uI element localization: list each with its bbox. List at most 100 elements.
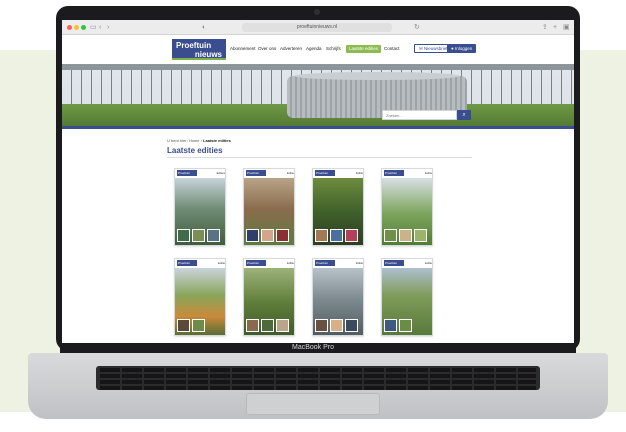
cover-header: Proeftuin nieuws Editie — [175, 259, 225, 271]
cover-inset-photo — [246, 229, 259, 242]
nav-laatste-edities[interactable]: Laatste edities — [346, 45, 382, 53]
cover-inset-photo — [246, 319, 259, 332]
cover-logo: Proeftuin nieuws — [315, 260, 335, 271]
cover-header: Proeftuin nieuws Edities — [175, 169, 225, 181]
cover-inset-photo — [399, 319, 412, 332]
edition-cover-7[interactable]: Proeftuin nieuws Editie — [312, 258, 364, 336]
login-label: Inloggen — [454, 46, 473, 51]
key-row — [100, 386, 536, 390]
logo-leaf-icon — [172, 58, 226, 60]
cover-tag: Editie — [287, 261, 294, 265]
trackpad — [246, 393, 380, 415]
nav-over-ons[interactable]: Over ons — [258, 46, 276, 52]
forward-icon[interactable]: › — [107, 23, 109, 32]
cover-logo: Proeftuin nieuws — [384, 260, 404, 271]
device-label: MacBook Pro — [291, 344, 335, 351]
nav-agenda[interactable]: Agenda — [306, 46, 322, 52]
cover-inset-photo — [177, 229, 190, 242]
cover-inset-photo — [261, 319, 274, 332]
tabs-icon[interactable]: ▣ — [563, 23, 570, 32]
edition-cover-8[interactable]: Proeftuin nieuws Editie — [381, 258, 433, 336]
cover-inset-photo — [414, 229, 427, 242]
breadcrumb-home-link[interactable]: Home — [189, 138, 200, 143]
share-icon[interactable]: ⇪ — [542, 23, 548, 32]
logo-line-1: Proeftuin — [176, 41, 212, 50]
cover-inset-photo — [207, 229, 220, 242]
cover-inset-photo — [261, 229, 274, 242]
search-input[interactable] — [382, 110, 457, 120]
cover-inset-photo — [177, 319, 190, 332]
edition-cover-2[interactable]: Proeftuin nieuws Editie — [243, 168, 295, 246]
laptop-screen: ▭ ‹ › ◐ proeftuinnieuws.nl ↻ ⇪ + ▣ Proef… — [62, 20, 574, 343]
new-tab-icon[interactable]: + — [553, 23, 557, 32]
cover-tag: Edities — [216, 171, 225, 175]
cover-inset-photo — [192, 319, 205, 332]
reload-icon[interactable]: ↻ — [414, 23, 420, 32]
close-window-button[interactable] — [67, 25, 72, 30]
cover-inset-photo — [330, 319, 343, 332]
sidebar-icon[interactable]: ▭ — [90, 23, 97, 32]
newsletter-label: Nieuwsbrief — [424, 46, 448, 51]
cover-inset-photo — [330, 229, 343, 242]
edition-cover-6[interactable]: Proeftuin nieuws Editie — [243, 258, 295, 336]
breadcrumb-current: Laatste edities — [203, 138, 231, 143]
cover-header: Proeftuin nieuws Editie — [313, 169, 363, 181]
edition-cover-3[interactable]: Proeftuin nieuws Editie — [312, 168, 364, 246]
edition-cover-5[interactable]: Proeftuin nieuws Editie — [174, 258, 226, 336]
cover-header: Proeftuin nieuws Editie — [244, 259, 294, 271]
site-logo[interactable]: Proeftuin nieuws — [172, 39, 226, 60]
cover-tag: Editie — [287, 171, 294, 175]
breadcrumb-prefix: U bent hier: — [167, 138, 188, 143]
cover-header: Proeftuin nieuws Editie — [244, 169, 294, 181]
site-navigation: Proeftuin nieuws Abonnement Over ons Adv… — [62, 35, 574, 64]
cover-inset-photo — [399, 229, 412, 242]
key-row — [100, 380, 536, 384]
hero-banner: ⌕ — [62, 64, 574, 126]
address-bar[interactable]: proeftuinnieuws.nl — [242, 23, 392, 32]
nav-schrijfs[interactable]: Schrijfs — [326, 46, 341, 52]
edition-cover-1[interactable]: Proeftuin nieuws Edities — [174, 168, 226, 246]
cover-logo: Proeftuin nieuws — [384, 170, 404, 181]
cover-logo: Proeftuin nieuws — [177, 170, 197, 181]
login-button[interactable]: ● Inloggen — [447, 44, 477, 53]
cover-inset-photo — [276, 229, 289, 242]
browser-toolbar: ▭ ‹ › ◐ proeftuinnieuws.nl ↻ ⇪ + ▣ — [62, 20, 574, 35]
cover-tag: Editie — [218, 261, 225, 265]
minimize-window-button[interactable] — [74, 25, 79, 30]
cover-inset-photo — [384, 229, 397, 242]
cover-inset-photo — [315, 229, 328, 242]
nav-contact[interactable]: Contact — [384, 46, 400, 52]
cover-header: Proeftuin nieuws Editie — [382, 169, 432, 181]
cover-logo: Proeftuin nieuws — [315, 170, 335, 181]
water-silo-top — [294, 72, 460, 80]
cover-inset-photo — [345, 229, 358, 242]
cover-logo: Proeftuin nieuws — [246, 260, 266, 271]
camera-notch — [314, 9, 320, 15]
cover-tag: Editie — [425, 171, 432, 175]
edition-cover-4[interactable]: Proeftuin nieuws Editie — [381, 168, 433, 246]
cover-inset-photo — [345, 319, 358, 332]
cover-tag: Editie — [356, 171, 363, 175]
cover-logo: Proeftuin nieuws — [246, 170, 266, 181]
cover-header: Proeftuin nieuws Editie — [313, 259, 363, 271]
cover-inset-photo — [384, 319, 397, 332]
nav-adverteren[interactable]: Adverteren — [280, 46, 302, 52]
shield-icon[interactable]: ◐ — [202, 23, 206, 32]
back-icon[interactable]: ‹ — [99, 23, 101, 32]
search-button[interactable]: ⌕ — [457, 110, 471, 120]
key-row — [100, 374, 536, 378]
cover-tag: Editie — [356, 261, 363, 265]
cover-inset-photo — [276, 319, 289, 332]
cover-inset-photo — [315, 319, 328, 332]
cover-header: Proeftuin nieuws Editie — [382, 259, 432, 271]
page-title: Laatste edities — [167, 146, 223, 155]
zoom-window-button[interactable] — [81, 25, 86, 30]
magnifier-icon: ⌕ — [462, 112, 466, 118]
cover-logo: Proeftuin nieuws — [177, 260, 197, 271]
title-divider — [167, 157, 472, 158]
nav-abonnement[interactable]: Abonnement — [230, 46, 256, 52]
hero-bottom-stripe — [62, 126, 574, 129]
cover-tag: Editie — [425, 261, 432, 265]
greenhouse-roof — [62, 64, 574, 70]
breadcrumb: U bent hier: Home › Laatste edities — [167, 138, 231, 143]
